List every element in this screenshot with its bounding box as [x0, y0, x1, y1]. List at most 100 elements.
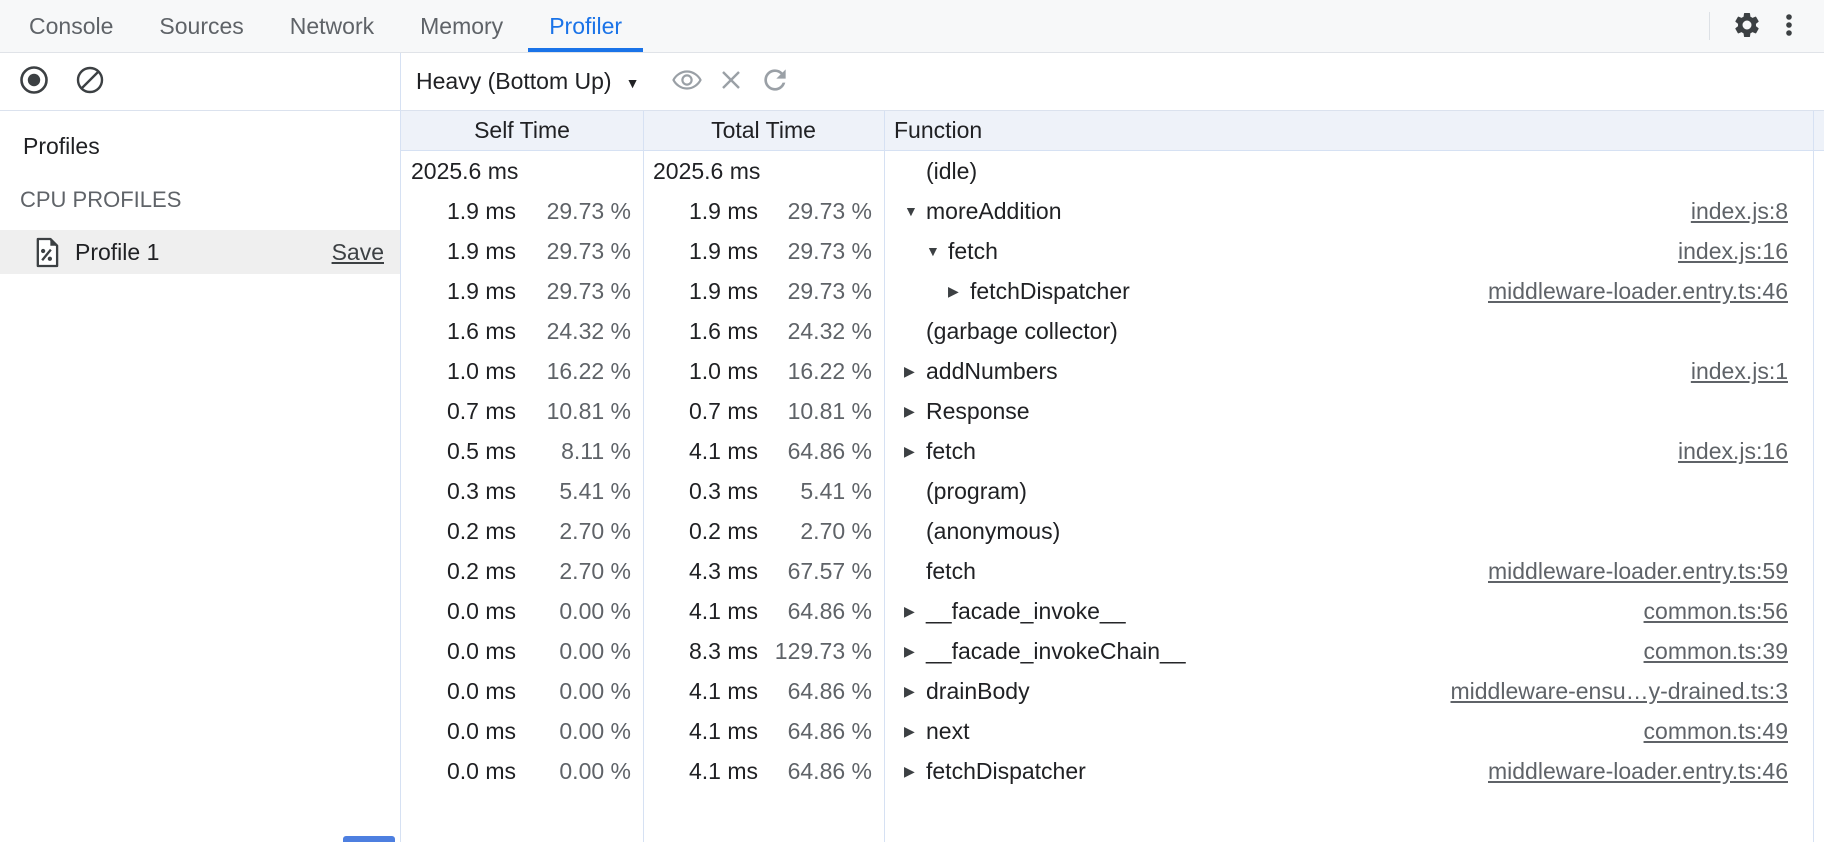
table-row[interactable]: 0.0 ms0.00 %8.3 ms129.73 %▶__facade_invo… [401, 631, 1824, 671]
time-ms-value: 2025.6 ms [653, 158, 758, 185]
focus-function-button[interactable] [665, 60, 709, 104]
total-time-cell: 1.9 ms29.73 % [643, 231, 884, 271]
table-row[interactable]: 0.0 ms0.00 %4.1 ms64.86 %▶__facade_invok… [401, 591, 1824, 631]
column-header-function[interactable]: Function [884, 111, 1824, 150]
source-link[interactable]: middleware-loader.entry.ts:46 [1488, 758, 1824, 785]
table-row[interactable]: 0.0 ms0.00 %4.1 ms64.86 %▶drainBodymiddl… [401, 671, 1824, 711]
function-cell: ▶fetchDispatchermiddleware-loader.entry.… [884, 271, 1824, 311]
clear-icon [74, 64, 106, 99]
time-percent-value: 5.41 % [758, 478, 884, 505]
table-row[interactable]: 1.9 ms29.73 %1.9 ms29.73 %▼moreAdditioni… [401, 191, 1824, 231]
tab-sources[interactable]: Sources [136, 0, 266, 52]
column-header-total-time[interactable]: Total Time [643, 111, 884, 150]
record-button[interactable] [16, 64, 52, 100]
eye-icon [670, 63, 704, 100]
kebab-menu-icon [1774, 10, 1804, 43]
time-percent-value: 0.00 % [516, 718, 643, 745]
function-cell: ▶drainBodymiddleware-ensu…y-drained.ts:3 [884, 671, 1824, 711]
source-link[interactable]: middleware-loader.entry.ts:59 [1488, 558, 1824, 585]
function-cell: (program) [884, 471, 1824, 511]
function-cell: (garbage collector) [884, 311, 1824, 351]
time-ms-value: 0.7 ms [653, 398, 758, 425]
self-time-cell: 0.7 ms10.81 % [401, 391, 643, 431]
collapse-arrow-icon[interactable]: ▶ [948, 283, 970, 300]
time-percent-value: 16.22 % [516, 358, 643, 385]
table-row[interactable]: 1.9 ms29.73 %1.9 ms29.73 %▼fetchindex.js… [401, 231, 1824, 271]
scrollbar-thumb-fragment[interactable] [343, 836, 395, 842]
total-time-cell: 1.0 ms16.22 % [643, 351, 884, 391]
exclude-function-button[interactable] [709, 60, 753, 104]
table-row[interactable]: 0.5 ms8.11 %4.1 ms64.86 %▶fetchindex.js:… [401, 431, 1824, 471]
collapse-arrow-icon[interactable]: ▶ [904, 643, 926, 660]
function-cell: fetchmiddleware-loader.entry.ts:59 [884, 551, 1824, 591]
total-time-cell: 1.6 ms24.32 % [643, 311, 884, 351]
table-row[interactable]: 0.2 ms2.70 %0.2 ms2.70 %(anonymous) [401, 511, 1824, 551]
time-ms-value: 1.9 ms [411, 238, 516, 265]
profiles-sidebar-body: Profiles CPU PROFILES Profile 1 Save [0, 111, 400, 274]
collapse-arrow-icon[interactable]: ▶ [904, 363, 926, 380]
expand-arrow-icon[interactable]: ▼ [926, 243, 948, 259]
source-link[interactable]: middleware-loader.entry.ts:46 [1488, 278, 1824, 305]
collapse-arrow-icon[interactable]: ▶ [904, 683, 926, 700]
function-name: __facade_invoke__ [926, 598, 1126, 625]
time-ms-value: 0.0 ms [411, 718, 516, 745]
profile-list-item[interactable]: Profile 1 Save [0, 230, 400, 274]
collapse-arrow-icon[interactable]: ▶ [904, 443, 926, 460]
table-row[interactable]: 0.0 ms0.00 %4.1 ms64.86 %▶nextcommon.ts:… [401, 711, 1824, 751]
time-ms-value: 1.6 ms [653, 318, 758, 345]
time-percent-value: 2.70 % [758, 518, 884, 545]
grid-header-row: Self Time Total Time Function [401, 111, 1824, 151]
time-percent-value: 29.73 % [516, 278, 643, 305]
collapse-arrow-icon[interactable]: ▶ [904, 403, 926, 420]
profiler-main-panel: Heavy (Bottom Up) ▼ [401, 53, 1824, 842]
save-link[interactable]: Save [332, 239, 384, 266]
tab-profiler[interactable]: Profiler [526, 0, 645, 52]
table-row[interactable]: 0.3 ms5.41 %0.3 ms5.41 %(program) [401, 471, 1824, 511]
source-link[interactable]: middleware-ensu…y-drained.ts:3 [1451, 678, 1824, 705]
function-cell: (anonymous) [884, 511, 1824, 551]
restore-functions-button[interactable] [753, 60, 797, 104]
self-time-cell: 0.5 ms8.11 % [401, 431, 643, 471]
self-time-cell: 0.2 ms2.70 % [401, 511, 643, 551]
collapse-arrow-icon[interactable]: ▶ [904, 603, 926, 620]
time-ms-value: 0.0 ms [411, 598, 516, 625]
profile-document-icon [33, 237, 60, 268]
function-name: (garbage collector) [926, 318, 1118, 345]
time-percent-value: 5.41 % [516, 478, 643, 505]
column-header-self-time[interactable]: Self Time [401, 111, 643, 150]
time-ms-value: 4.3 ms [653, 558, 758, 585]
self-time-cell: 1.0 ms16.22 % [401, 351, 643, 391]
time-percent-value: 64.86 % [758, 718, 884, 745]
source-link[interactable]: common.ts:39 [1644, 638, 1824, 665]
table-row[interactable]: 0.2 ms2.70 %4.3 ms67.57 %fetchmiddleware… [401, 551, 1824, 591]
expand-arrow-icon[interactable]: ▼ [904, 203, 926, 219]
source-link[interactable]: index.js:1 [1691, 358, 1824, 385]
table-row[interactable]: 1.6 ms24.32 %1.6 ms24.32 % (garbage colle… [401, 311, 1824, 351]
total-time-cell: 0.3 ms5.41 % [643, 471, 884, 511]
function-cell: (idle) [884, 151, 1824, 191]
table-row[interactable]: 0.0 ms0.00 %4.1 ms64.86 %▶fetchDispatche… [401, 751, 1824, 791]
settings-button[interactable] [1726, 5, 1768, 47]
tab-network[interactable]: Network [267, 0, 397, 52]
source-link[interactable]: index.js:8 [1691, 198, 1824, 225]
function-name: (anonymous) [926, 518, 1060, 545]
collapse-arrow-icon[interactable]: ▶ [904, 723, 926, 740]
table-row[interactable]: 1.9 ms29.73 %1.9 ms29.73 %▶fetchDispatch… [401, 271, 1824, 311]
profiler-data-grid: Self Time Total Time Function 2025.6 ms 2… [401, 111, 1824, 842]
clear-button[interactable] [72, 64, 108, 100]
source-link[interactable]: common.ts:49 [1644, 718, 1824, 745]
collapse-arrow-icon[interactable]: ▶ [904, 763, 926, 780]
table-row[interactable]: 1.0 ms16.22 %1.0 ms16.22 %▶addNumbersind… [401, 351, 1824, 391]
source-link[interactable]: common.ts:56 [1644, 598, 1824, 625]
tabbar-right-controls [1709, 0, 1824, 52]
self-time-cell: 1.6 ms24.32 % [401, 311, 643, 351]
profile-view-select[interactable]: Heavy (Bottom Up) ▼ [416, 68, 639, 95]
table-row[interactable]: 0.7 ms10.81 %0.7 ms10.81 %▶Response [401, 391, 1824, 431]
table-row[interactable]: 2025.6 ms2025.6 ms(idle) [401, 151, 1824, 191]
tab-memory[interactable]: Memory [397, 0, 526, 52]
profiles-sidebar: Profiles CPU PROFILES Profile 1 Save [0, 53, 401, 842]
source-link[interactable]: index.js:16 [1678, 238, 1824, 265]
source-link[interactable]: index.js:16 [1678, 438, 1824, 465]
more-options-button[interactable] [1768, 5, 1810, 47]
tab-console[interactable]: Console [6, 0, 136, 52]
